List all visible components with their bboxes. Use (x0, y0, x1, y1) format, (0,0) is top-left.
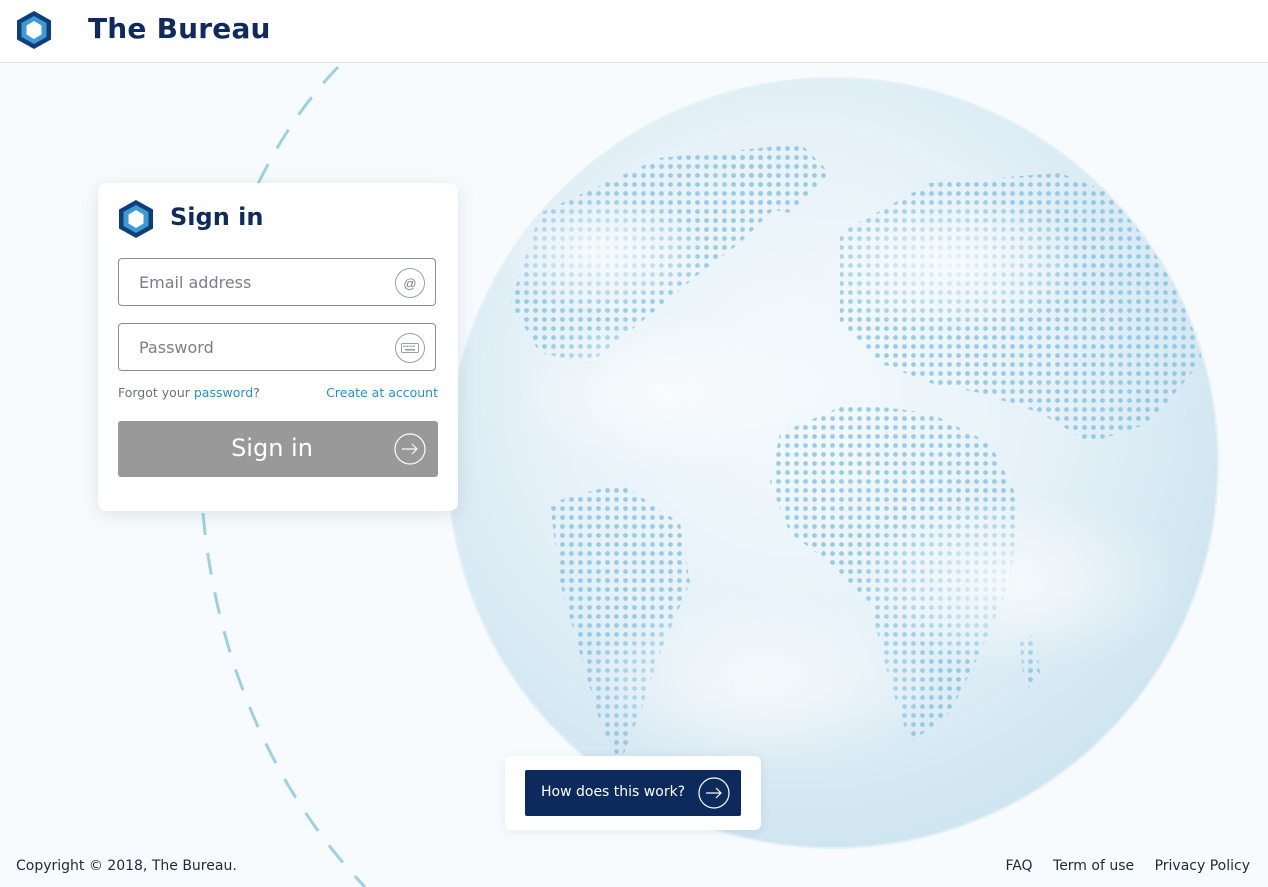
copyright-text: Copyright © 2018, The Bureau. (16, 858, 237, 874)
hexagon-logo-icon (119, 200, 153, 238)
top-header: The Bureau (0, 0, 1268, 63)
signin-links: Forgot your password? Create at account (118, 385, 438, 401)
how-it-works-card: How does this work? (505, 756, 761, 830)
footer-links: FAQ Term of use Privacy Policy (989, 858, 1250, 874)
signin-button[interactable]: Sign in (118, 421, 438, 477)
arrow-right-icon (698, 777, 730, 809)
email-input[interactable] (119, 259, 389, 305)
email-field[interactable]: @ (118, 258, 436, 306)
forgot-prefix: Forgot your (118, 385, 194, 400)
footer: Copyright © 2018, The Bureau. FAQ Term o… (0, 858, 1268, 880)
faq-link[interactable]: FAQ (1005, 858, 1032, 874)
signin-button-label: Sign in (231, 434, 313, 462)
globe-illustration (447, 77, 1219, 849)
terms-link[interactable]: Term of use (1053, 858, 1134, 874)
arrow-right-icon (394, 433, 426, 465)
how-it-works-button[interactable]: How does this work? (525, 770, 741, 816)
keyboard-icon (395, 333, 425, 363)
at-icon: @ (395, 268, 425, 298)
forgot-password-link[interactable]: password (194, 385, 253, 400)
privacy-policy-link[interactable]: Privacy Policy (1155, 858, 1250, 874)
create-account-link[interactable]: Create at account (326, 385, 438, 400)
signin-title: Sign in (170, 203, 264, 231)
forgot-suffix: ? (253, 385, 260, 400)
how-it-works-label: How does this work? (541, 784, 686, 800)
password-field[interactable] (118, 323, 436, 371)
hexagon-logo-icon[interactable] (15, 10, 53, 50)
brand-name[interactable]: The Bureau (88, 12, 271, 45)
signin-card: Sign in @ Forgot your password? Create a… (98, 183, 458, 511)
forgot-password-text: Forgot your password? (118, 385, 260, 400)
password-input[interactable] (119, 324, 389, 370)
